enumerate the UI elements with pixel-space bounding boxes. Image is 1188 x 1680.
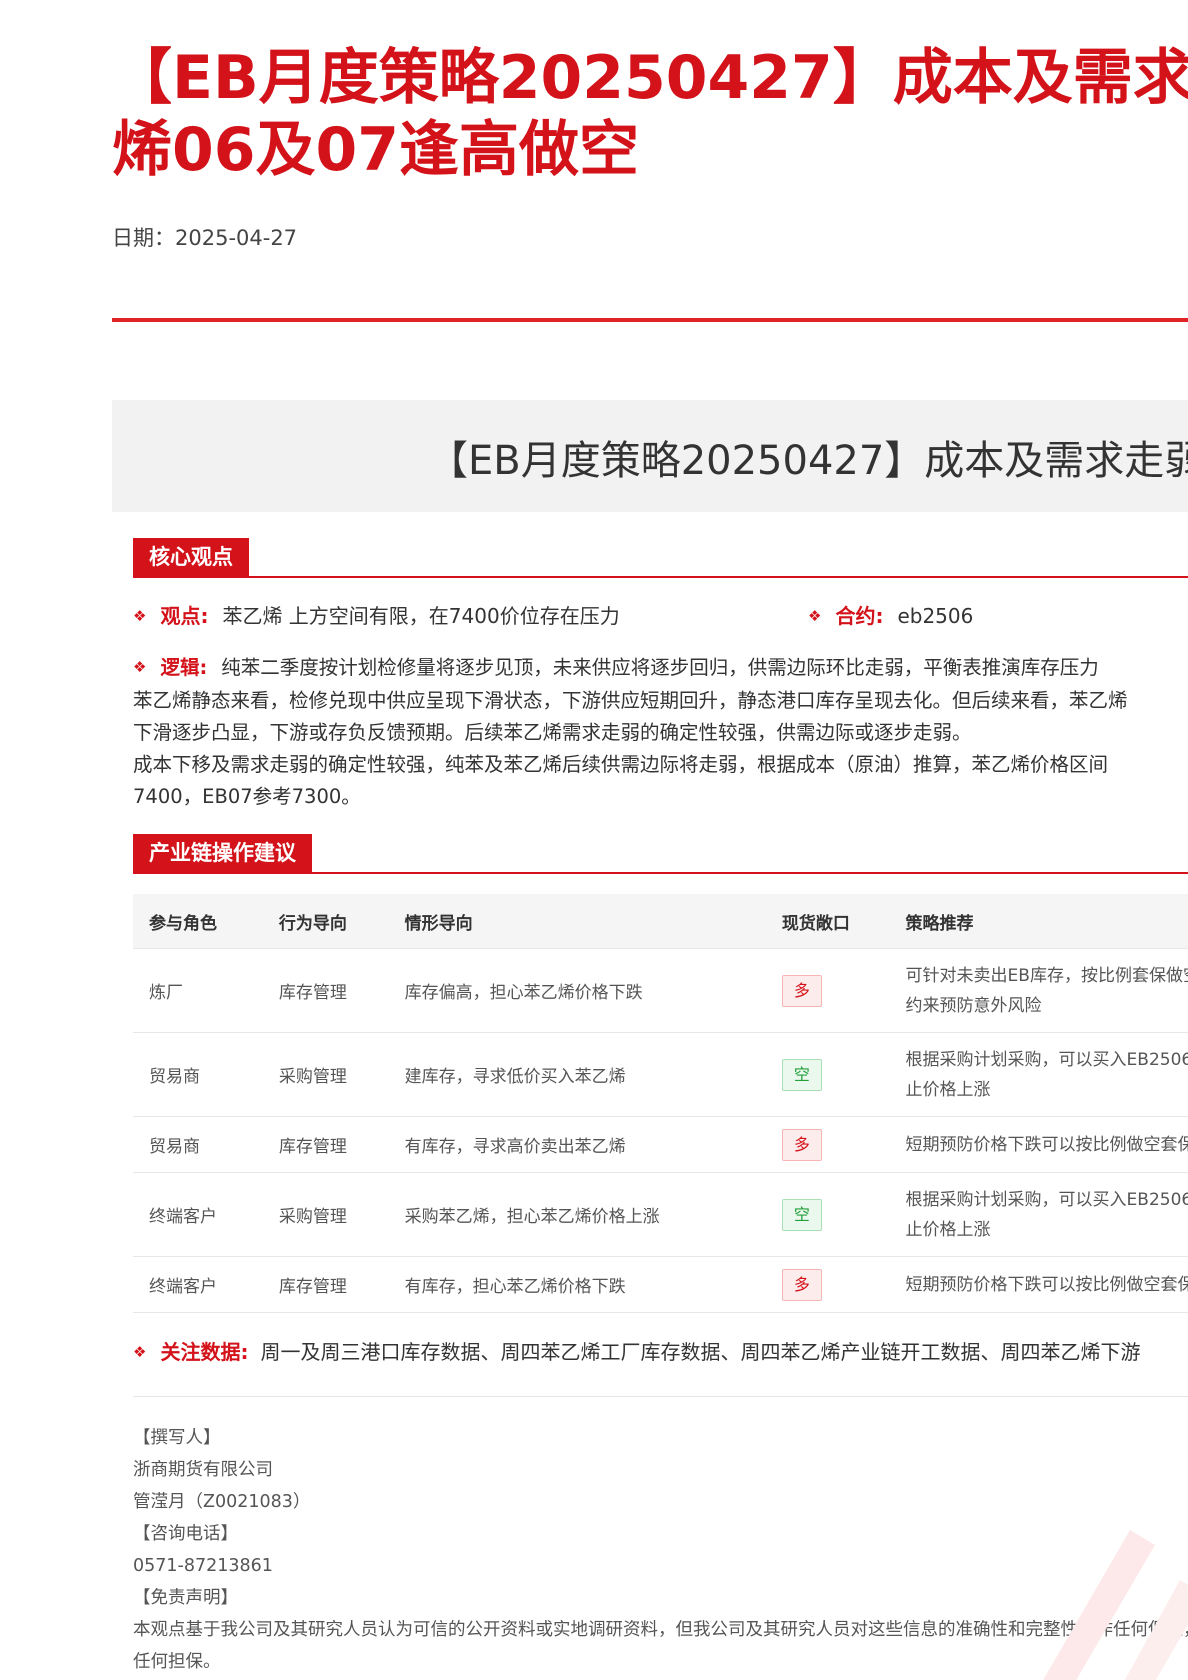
cell-strategy: 短期预防价格下跌可以按比例做空套保 [889,1256,1188,1313]
contract-value: eb2506 [897,604,974,628]
cell-exposure: 空 [765,1032,890,1117]
col-header-strategy: 策略推荐 [889,894,1188,949]
focus-value: 周一及周三港口库存数据、周四苯乙烯工厂库存数据、周四苯乙烯产业链开工数据、周四苯… [260,1340,1141,1364]
ops-table-header-row: 参与角色 行为导向 情形导向 现货敞口 策略推荐 [133,894,1188,949]
cell-role: 终端客户 [133,1256,263,1313]
exposure-badge-short: 空 [781,1198,822,1231]
exposure-badge-short: 空 [781,1058,822,1091]
table-row: 贸易商 采购管理 建库存，寻求低价买入苯乙烯 空 根据采购计划采购，可以买入EB… [133,1032,1188,1117]
view-value: 苯乙烯 上方空间有限，在7400价位存在压力 [222,604,620,628]
exposure-badge-long: 多 [781,1268,822,1301]
view-label: 观点: [160,604,209,628]
cell-exposure: 多 [765,1256,890,1313]
core-view-section-label: 核心观点 [133,538,249,576]
cell-behavior: 采购管理 [262,1032,389,1117]
author-name: 管滢月（Z0021083） [133,1492,311,1512]
title-divider [112,318,1188,322]
cell-role: 炼厂 [133,948,263,1033]
logic-paragraph: ❖ 逻辑: 纯苯二季度按计划检修量将逐步见顶，未来供应将逐步回归，供需边际环比走弱，… [133,652,1188,813]
cell-role: 贸易商 [133,1032,263,1117]
ops-table: 参与角色 行为导向 情形导向 现货敞口 策略推荐 炼厂 库存管理 库存偏高，担心… [133,894,1188,1313]
cell-role: 终端客户 [133,1172,263,1257]
disclaimer-text: 本观点基于我公司及其研究人员认为可信的公开资料或实地调研资料，但我公司及其研究人… [133,1620,1188,1640]
col-header-role: 参与角色 [133,894,263,949]
diamond-bullet-icon: ❖ [133,658,147,676]
cell-strategy: 可针对未卖出EB库存，按比例套保做空期货合约来预防意外风险 [889,948,1188,1033]
contract-row: ❖ 合约: eb2506 [808,600,973,629]
section-underline [133,576,1188,578]
cell-situation: 建库存，寻求低价买入苯乙烯 [388,1032,766,1117]
contract-label: 合约: [835,604,884,628]
disclaimer-text: 任何担保。 [133,1652,221,1672]
logic-text: 纯苯二季度按计划检修量将逐步见顶，未来供应将逐步回归，供需边际环比走弱，平衡表推… [221,656,1099,679]
col-header-situation: 情形导向 [388,894,766,949]
footer-divider [133,1396,1188,1397]
cell-situation: 采购苯乙烯，担心苯乙烯价格上涨 [388,1172,766,1257]
cell-behavior: 库存管理 [262,948,389,1033]
ops-section-label: 产业链操作建议 [133,834,312,872]
cell-role: 贸易商 [133,1116,263,1173]
logic-line: ❖ 逻辑: 纯苯二季度按计划检修量将逐步见顶，未来供应将逐步回归，供需边际环比走弱，… [133,652,1188,685]
phone-label: 【咨询电话】 [133,1524,238,1544]
banner-title: 【EB月度策略20250427】成本及需求走弱，苯乙烯06及07逢高做空 [428,438,1188,484]
diamond-bullet-icon: ❖ [133,607,147,625]
article-title: 【EB月度策略20250427】成本及需求走弱，苯乙 烯06及07逢高做空 [112,42,1188,186]
page: 【EB月度策略20250427】成本及需求走弱，苯乙 烯06及07逢高做空 日期… [0,0,1188,1680]
cell-exposure: 多 [765,1116,890,1173]
table-row: 贸易商 库存管理 有库存，寻求高价卖出苯乙烯 多 短期预防价格下跌可以按比例做空… [133,1116,1188,1173]
cell-strategy: 短期预防价格下跌可以按比例做空套保 [889,1116,1188,1173]
logic-line: 苯乙烯静态来看，检修兑现中供应呈现下滑状态，下游供应短期回升，静态港口库存呈现去… [133,689,1128,712]
cell-behavior: 库存管理 [262,1116,389,1173]
col-header-exposure: 现货敞口 [765,894,890,949]
footer: 【撰写人】 浙商期货有限公司 管滢月（Z0021083） 【咨询电话】 0571… [133,1422,1188,1678]
logic-line: 7400，EB07参考7300。 [133,785,361,808]
date-label: 日期： [112,226,175,250]
article-title-line-1: 【EB月度策略20250427】成本及需求走弱，苯乙 [112,43,1188,113]
focus-label: 关注数据: [160,1340,249,1364]
cell-strategy: 根据采购计划采购，可以买入EB2506合约防止价格上涨 [889,1032,1188,1117]
logic-line: 下滑逐步凸显，下游或存负反馈预期。后续苯乙烯需求走弱的确定性较强，供需边际或逐步… [133,721,972,744]
cell-situation: 有库存，寻求高价卖出苯乙烯 [388,1116,766,1173]
table-row: 炼厂 库存管理 库存偏高，担心苯乙烯价格下跌 多 可针对未卖出EB库存，按比例套… [133,948,1188,1033]
cell-situation: 库存偏高，担心苯乙烯价格下跌 [388,948,766,1033]
table-row: 终端客户 采购管理 采购苯乙烯，担心苯乙烯价格上涨 空 根据采购计划采购，可以买… [133,1172,1188,1257]
company-name: 浙商期货有限公司 [133,1460,273,1480]
logic-label: 逻辑: [160,656,208,679]
disclaimer-label: 【免责声明】 [133,1588,238,1608]
publish-date: 日期：2025-04-27 [112,222,297,252]
exposure-badge-long: 多 [781,1128,822,1161]
logic-line: 成本下移及需求走弱的确定性较强，纯苯及苯乙烯后续供需边际将走弱，根据成本（原油）… [133,753,1109,776]
core-view-section-header: 核心观点 [133,538,1188,580]
ops-section-header: 产业链操作建议 [133,834,1188,876]
article-title-line-2: 烯06及07逢高做空 [112,115,639,185]
cell-exposure: 多 [765,948,890,1033]
cell-strategy: 根据采购计划采购，可以买入EB2506合约防止价格上涨 [889,1172,1188,1257]
col-header-behavior: 行为导向 [262,894,389,949]
date-value: 2025-04-27 [175,226,298,250]
focus-data-row: ❖ 关注数据: 周一及周三港口库存数据、周四苯乙烯工厂库存数据、周四苯乙烯产业链开工… [133,1336,1140,1365]
writer-label: 【撰写人】 [133,1428,221,1448]
diamond-bullet-icon: ❖ [808,607,822,625]
exposure-badge-long: 多 [781,974,822,1007]
view-row: ❖ 观点: 苯乙烯 上方空间有限，在7400价位存在压力 [133,600,620,629]
report-banner: 【EB月度策略20250427】成本及需求走弱，苯乙烯06及07逢高做空 [112,400,1188,512]
cell-exposure: 空 [765,1172,890,1257]
section-underline [133,872,1188,874]
phone-number: 0571-87213861 [133,1556,273,1576]
table-row: 终端客户 库存管理 有库存，担心苯乙烯价格下跌 多 短期预防价格下跌可以按比例做… [133,1256,1188,1313]
cell-situation: 有库存，担心苯乙烯价格下跌 [388,1256,766,1313]
diamond-bullet-icon: ❖ [133,1343,147,1361]
cell-behavior: 采购管理 [262,1172,389,1257]
cell-behavior: 库存管理 [262,1256,389,1313]
